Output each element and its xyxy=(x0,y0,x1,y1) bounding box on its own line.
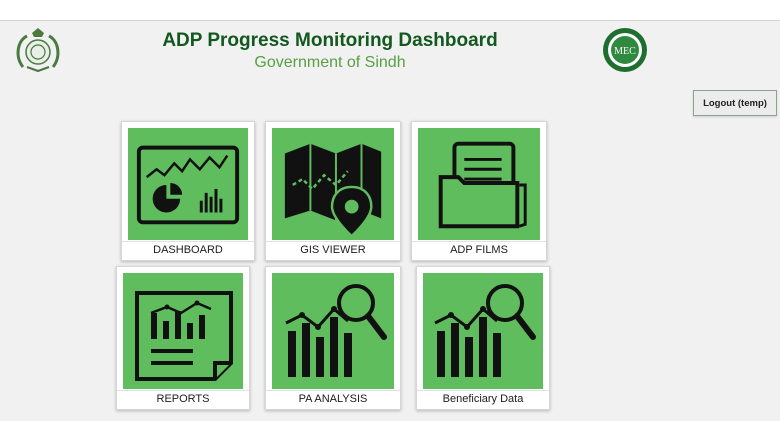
tile-label-reports: REPORTS xyxy=(117,390,249,407)
dashboard-chart-icon xyxy=(128,128,248,240)
logout-button[interactable]: Logout (temp) xyxy=(693,90,777,116)
tile-label-gis-viewer: GIS VIEWER xyxy=(266,241,400,258)
data-magnifier-icon xyxy=(423,273,543,389)
report-document-icon xyxy=(123,273,243,389)
tile-reports[interactable]: REPORTS xyxy=(116,266,250,410)
page-title: ADP Progress Monitoring Dashboard xyxy=(162,30,498,51)
page-subtitle: Government of Sindh xyxy=(254,54,406,71)
tile-label-pa-analysis: PA ANALYSIS xyxy=(266,390,400,407)
tile-label-dashboard: DASHBOARD xyxy=(122,241,254,258)
tile-label-beneficiary-data: Beneficiary Data xyxy=(417,390,549,407)
top-bar xyxy=(0,0,780,21)
tile-pa-analysis[interactable]: PA ANALYSIS xyxy=(265,266,401,410)
mec-logo-icon: MEC xyxy=(599,27,651,73)
map-pin-icon xyxy=(272,128,394,240)
tile-gis-viewer[interactable]: GIS VIEWER xyxy=(265,121,401,261)
tile-dashboard[interactable]: DASHBOARD xyxy=(121,121,255,261)
mec-logo-text: MEC xyxy=(614,46,636,57)
analysis-magnifier-icon xyxy=(272,273,394,389)
folder-icon xyxy=(418,128,540,240)
tile-adp-films[interactable]: ADP FILMS xyxy=(411,121,547,261)
tile-label-adp-films: ADP FILMS xyxy=(412,241,546,258)
tile-beneficiary-data[interactable]: Beneficiary Data xyxy=(416,266,550,410)
